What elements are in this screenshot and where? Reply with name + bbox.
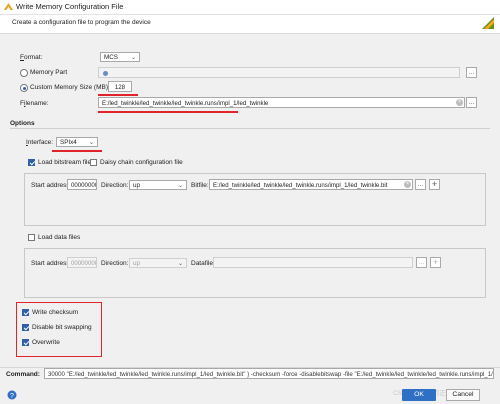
add-datafile-button[interactable]: + — [430, 257, 441, 268]
format-label: Format: — [20, 54, 43, 61]
field-indicator-icon — [103, 70, 108, 76]
options-divider — [10, 128, 490, 129]
data-start-address-input[interactable]: 00000000 — [67, 257, 97, 268]
options-heading: Options — [10, 120, 35, 127]
datafile-input[interactable] — [213, 257, 413, 268]
direction-label: Direction: — [101, 182, 129, 189]
memory-part-label: Memory Part — [30, 69, 68, 76]
dialog-subtitle: Create a configuration file to program t… — [12, 19, 151, 26]
direction-label: Direction: — [101, 260, 129, 267]
format-select[interactable]: MCS ⌄ — [100, 52, 140, 62]
clear-icon[interactable]: × — [404, 181, 411, 188]
bitfile-input[interactable]: E:/led_twinkle/led_twinkle/led_twinkle.r… — [209, 179, 413, 190]
title-bar: Write Memory Configuration File — [0, 0, 500, 15]
chevron-down-icon: ⌄ — [177, 260, 183, 267]
data-files-group: Start address: 00000000 Direction: up ⌄ D… — [24, 248, 486, 298]
highlight-underline — [98, 94, 138, 96]
help-icon[interactable]: ? — [7, 390, 17, 400]
overwrite-checkbox[interactable] — [22, 339, 29, 346]
chevron-down-icon: ⌄ — [177, 182, 183, 189]
filename-label: Filename: — [20, 100, 49, 107]
window-title: Write Memory Configuration File — [16, 2, 124, 11]
start-address-label: Start address: — [31, 182, 72, 189]
daisy-chain-checkbox[interactable] — [90, 159, 97, 166]
overwrite-label: Overwrite — [32, 339, 60, 346]
filename-input[interactable]: E:/led_twinkle/led_twinkle/led_twinkle.r… — [98, 97, 465, 108]
filename-browse-button[interactable]: … — [466, 97, 477, 108]
disable-bit-swapping-label: Disable bit swapping — [32, 324, 92, 331]
svg-text:?: ? — [10, 393, 14, 400]
custom-memory-size-input[interactable]: 128 — [108, 81, 132, 92]
cancel-button[interactable]: Cancel — [446, 389, 480, 401]
load-bitstream-label: Load bitstream files — [38, 159, 95, 166]
disable-bit-swapping-checkbox[interactable] — [22, 324, 29, 331]
command-field: 30000 "E:/led_twinkle/led_twinkle/led_tw… — [44, 368, 494, 379]
bitstream-start-address-input[interactable]: 00000000 — [67, 179, 97, 190]
datafile-browse-button[interactable]: … — [416, 257, 427, 268]
datafile-label: Datafile: — [191, 260, 215, 267]
chevron-down-icon: ⌄ — [130, 55, 136, 61]
dialog-body: Format: MCS ⌄ Memory Part … Custom Memory… — [0, 34, 500, 367]
clear-icon[interactable]: × — [456, 99, 463, 106]
bitfile-browse-button[interactable]: … — [415, 179, 426, 190]
start-address-label: Start address: — [31, 260, 72, 267]
interface-label: Interface: — [26, 139, 54, 146]
load-data-label: Load data files — [38, 234, 81, 241]
write-checksum-label: Write checksum — [32, 309, 79, 316]
custom-memory-radio[interactable] — [20, 84, 28, 92]
highlight-underline — [52, 150, 102, 152]
daisy-chain-label: Daisy chain configuration file — [100, 159, 183, 166]
load-bitstream-checkbox[interactable] — [28, 159, 35, 166]
add-bitfile-button[interactable]: + — [429, 179, 440, 190]
app-logo-icon — [4, 3, 13, 10]
load-data-checkbox[interactable] — [28, 234, 35, 241]
bitstream-files-group: Start address: 00000000 Direction: up ⌄ B… — [24, 173, 486, 226]
highlight-underline — [98, 111, 238, 113]
brand-logo-icon — [482, 17, 494, 29]
command-label: Command: — [6, 371, 40, 378]
interface-select[interactable]: SPIx4 ⌄ — [56, 137, 98, 147]
write-checksum-checkbox[interactable] — [22, 309, 29, 316]
data-direction-select[interactable]: up ⌄ — [129, 257, 187, 268]
chevron-down-icon: ⌄ — [88, 140, 94, 146]
memory-part-browse-button[interactable]: … — [466, 67, 477, 78]
custom-memory-label: Custom Memory Size (MB): — [30, 84, 110, 91]
dialog-footer: Command: 30000 "E:/led_twinkle/led_twink… — [0, 367, 500, 404]
bitstream-direction-select[interactable]: up ⌄ — [129, 179, 187, 190]
memory-part-field — [98, 67, 460, 78]
memory-part-radio[interactable] — [20, 69, 28, 77]
ok-button[interactable]: OK — [402, 389, 436, 401]
bitfile-label: Bitfile: — [191, 182, 209, 189]
